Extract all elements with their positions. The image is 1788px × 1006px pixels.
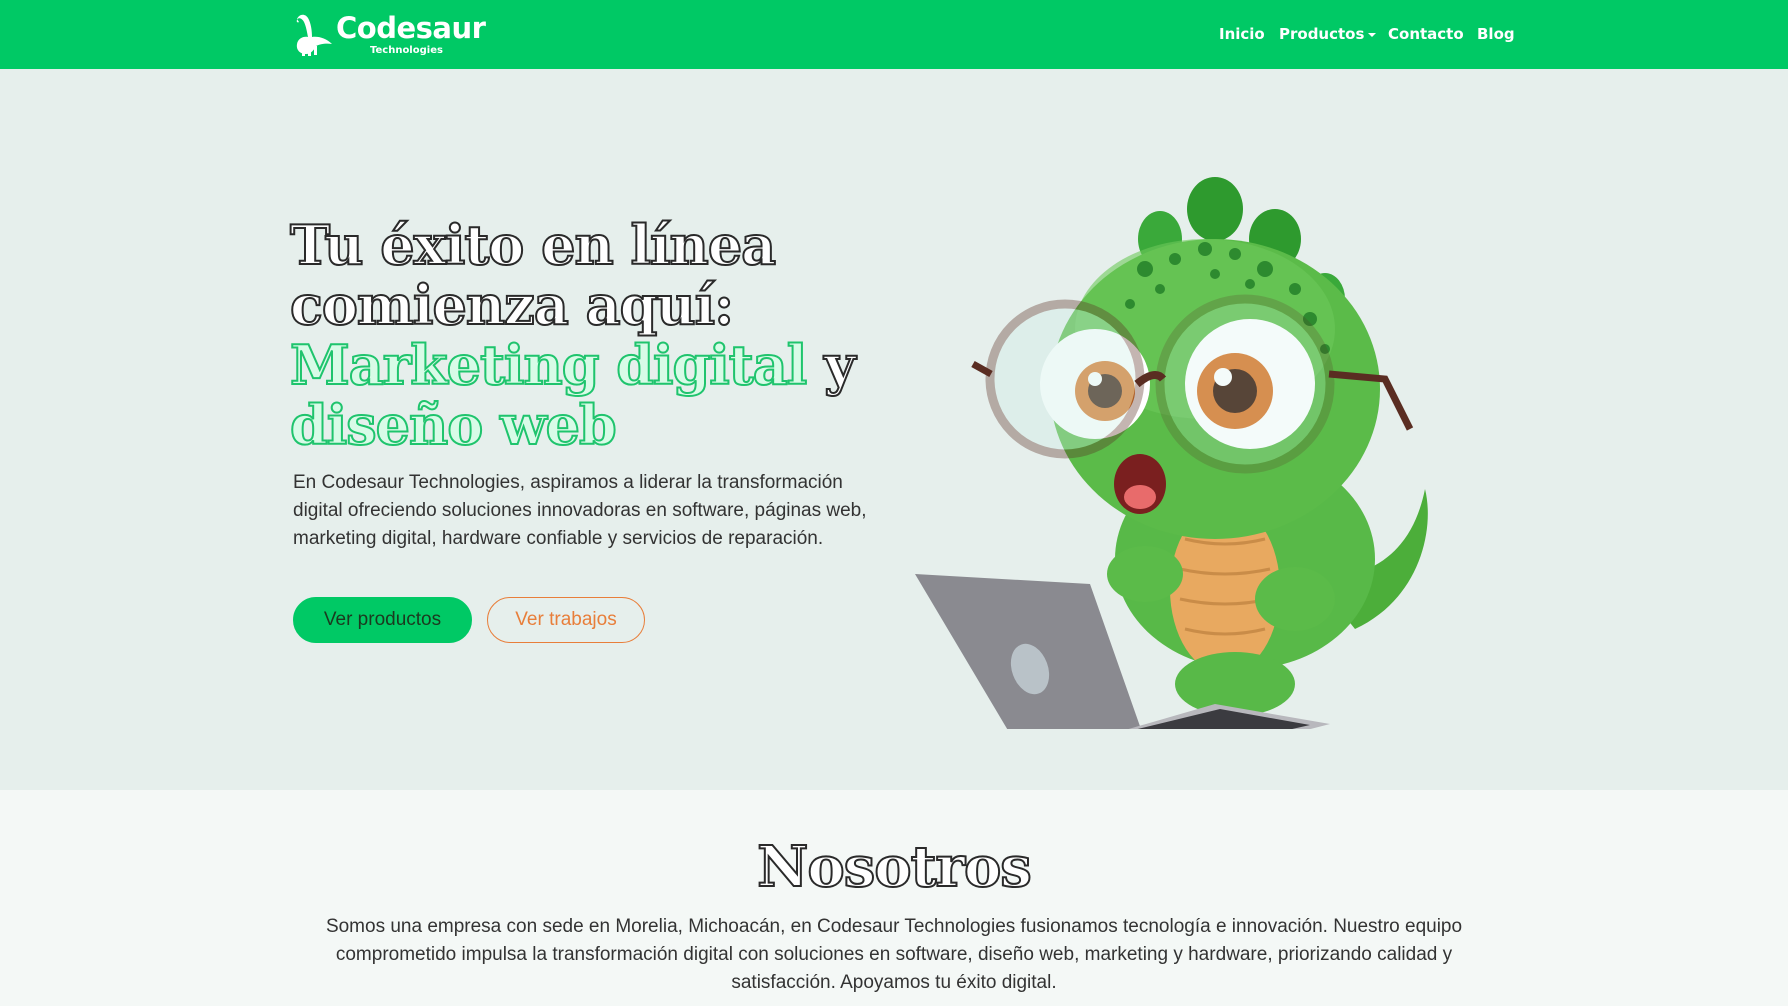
dinosaur-mascot-image	[915, 177, 1428, 729]
nav-link-contacto[interactable]: Contacto	[1388, 23, 1464, 45]
hero-title-connector: y	[823, 333, 856, 397]
nav-link-inicio[interactable]: Inicio	[1219, 23, 1265, 45]
hero-title-highlight1: Marketing digital	[289, 333, 808, 397]
chevron-down-icon	[1368, 32, 1377, 37]
hero-description: En Codesaur Technologies, aspiramos a li…	[293, 472, 867, 549]
nav-link-productos[interactable]: Productos	[1279, 23, 1377, 45]
ver-trabajos-button[interactable]: Ver trabajos	[487, 597, 645, 643]
nav-link-blog[interactable]: Blog	[1477, 23, 1515, 45]
about-description: Somos una empresa con sede en Morelia, M…	[325, 916, 1463, 993]
brand-subtitle: Technologies	[370, 45, 443, 56]
hero-title: Tu éxito en línea comienza aquí: Marketi…	[289, 213, 910, 457]
hero-title-highlight2: diseño web	[289, 393, 618, 457]
nav-productos-label: Productos	[1279, 25, 1365, 43]
ver-productos-button[interactable]: Ver productos	[293, 597, 472, 643]
brand-logo[interactable]: Codesaur Technologies	[288, 10, 508, 60]
navbar: Codesaur Technologies Inicio Productos C…	[0, 0, 1788, 69]
about-title: Nosotros	[756, 834, 1033, 900]
hero-section: Tu éxito en línea comienza aquí: Marketi…	[0, 69, 1788, 790]
about-section: Nosotros Somos una empresa con sede en M…	[0, 790, 1788, 1006]
dinosaur-logo-icon	[296, 14, 332, 56]
hero-title-line1: Tu éxito en línea	[289, 213, 777, 277]
brand-name: Codesaur	[336, 11, 486, 45]
hero-title-line2: comienza aquí:	[289, 273, 735, 337]
